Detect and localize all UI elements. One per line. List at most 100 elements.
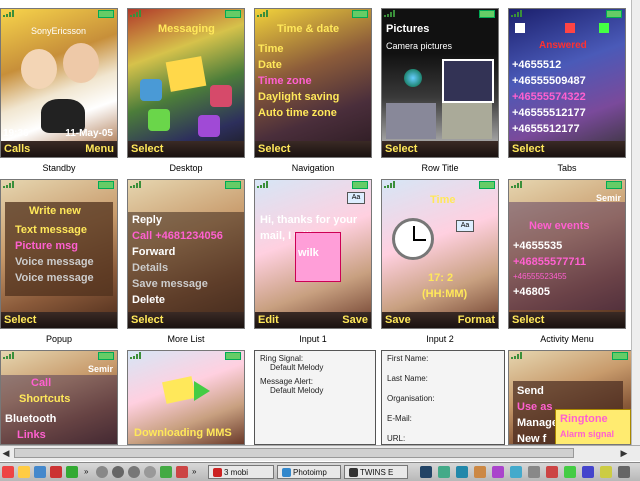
popup-item[interactable]: Picture msg xyxy=(15,240,78,253)
quicklaunch-icon[interactable] xyxy=(50,465,64,479)
app-icon[interactable] xyxy=(210,85,232,107)
info-value[interactable]: Default Melody xyxy=(260,363,370,372)
quicklaunch-icon[interactable] xyxy=(176,465,190,479)
field-label[interactable]: Last Name: xyxy=(387,374,499,383)
menu-item[interactable]: Delete xyxy=(132,294,165,307)
tray-icon[interactable] xyxy=(438,465,452,479)
app-icon[interactable] xyxy=(140,79,162,101)
popup-subtitle[interactable]: Alarm signal xyxy=(560,428,614,441)
popup-item[interactable]: Voice message xyxy=(15,272,94,285)
scroll-left-icon[interactable]: ◀ xyxy=(0,447,12,459)
menu-item[interactable]: Forward xyxy=(132,246,175,259)
quicklaunch-icon[interactable] xyxy=(160,465,174,479)
chevron-right-icon[interactable]: » xyxy=(192,465,196,479)
tray-icon[interactable] xyxy=(564,465,578,479)
softkey-left[interactable]: Select xyxy=(258,143,290,155)
softkey-left[interactable]: Select xyxy=(512,314,544,326)
app-icon[interactable] xyxy=(198,115,220,137)
suggestion-word[interactable]: wilk xyxy=(298,247,319,260)
menu-item[interactable]: Call +4681234056 xyxy=(132,230,223,243)
menu-item[interactable]: Time xyxy=(258,43,283,56)
popup-item[interactable]: Text message xyxy=(15,224,87,237)
menu-item[interactable]: Send xyxy=(517,385,544,398)
media-icon[interactable] xyxy=(144,465,158,479)
popup-item[interactable]: Voice message xyxy=(15,256,94,269)
desktop-tile[interactable]: Messaging Select xyxy=(127,8,245,158)
tray-icon[interactable] xyxy=(618,465,632,479)
menu-item[interactable]: Use as xyxy=(517,401,552,414)
tab-icon[interactable] xyxy=(599,23,609,33)
list-item[interactable]: +46555512177 xyxy=(512,107,586,120)
quicklaunch-icon[interactable] xyxy=(18,465,32,479)
downloading-tile[interactable]: Downloading MMS message xyxy=(127,350,245,445)
tray-icon[interactable] xyxy=(510,465,524,479)
softkey-left[interactable]: Save xyxy=(385,314,411,326)
menu-item[interactable]: Daylight saving xyxy=(258,91,339,104)
media-icon[interactable] xyxy=(128,465,142,479)
menu-item[interactable]: Bluetooth xyxy=(5,413,56,426)
field-label[interactable]: E-Mail: xyxy=(387,414,499,423)
menu-item[interactable]: Time zone xyxy=(258,75,312,88)
list-item[interactable]: +46555574322 xyxy=(512,91,586,104)
menu-item[interactable]: Details xyxy=(132,262,168,275)
suggestion-box[interactable]: wilk xyxy=(295,232,341,282)
list-item[interactable]: +4655512177 xyxy=(512,123,580,136)
media-icon[interactable] xyxy=(96,465,110,479)
quicklaunch-icon[interactable] xyxy=(34,465,48,479)
tray-icon[interactable] xyxy=(582,465,596,479)
quicklaunch-icon[interactable] xyxy=(66,465,80,479)
list-item[interactable]: +4655512 xyxy=(512,59,561,72)
list-item[interactable]: +4655535 xyxy=(513,240,562,253)
info-value[interactable]: Default Melody xyxy=(260,386,370,395)
menu-item[interactable]: Save message xyxy=(132,278,208,291)
scroll-thumb[interactable] xyxy=(14,448,574,458)
menu-item[interactable]: Date xyxy=(258,59,282,72)
input1-tile[interactable]: Aa Hi, thanks for your mail, I will wilk… xyxy=(254,179,372,329)
chevron-right-icon[interactable]: » xyxy=(84,465,88,479)
softkey-left[interactable]: Select xyxy=(385,143,417,155)
tray-icon[interactable] xyxy=(546,465,560,479)
input2-tile[interactable]: Time Aa 17: 2 (HH:MM) Save Format xyxy=(381,179,499,329)
softkey-right[interactable]: Menu xyxy=(85,143,114,155)
menu-item[interactable]: Call xyxy=(31,377,51,390)
menu-item[interactable]: New f xyxy=(517,433,546,444)
horizontal-scrollbar[interactable]: ◀ ▶ xyxy=(0,445,640,461)
list-item[interactable]: +46805 xyxy=(513,286,550,299)
scroll-right-icon[interactable]: ▶ xyxy=(618,447,630,459)
picture-thumbnail[interactable] xyxy=(442,103,492,139)
softkey-left[interactable]: Select xyxy=(131,314,163,326)
field-label[interactable]: URL: xyxy=(387,434,499,443)
softkey-left[interactable]: Calls xyxy=(4,143,30,155)
softkey-left[interactable]: Select xyxy=(4,314,36,326)
activity-menu-tile[interactable]: Semir New events +4655535 +46855577711 +… xyxy=(508,179,626,329)
vertical-scrollbar[interactable] xyxy=(631,0,640,445)
tab-icon[interactable] xyxy=(515,23,525,33)
menu-item[interactable]: Auto time zone xyxy=(258,107,337,120)
taskbar-button[interactable]: 3 mobi xyxy=(208,465,274,479)
ringtone-popup[interactable]: Ringtone Alarm signal xyxy=(555,409,631,444)
navigation-tile[interactable]: Time & date Time Date Time zone Daylight… xyxy=(254,8,372,158)
shortcuts-tile[interactable]: Semir Call Shortcuts Bluetooth Links xyxy=(0,350,118,445)
list-item[interactable]: +46555523455 xyxy=(513,270,567,283)
popup-tile[interactable]: Write new Text message Picture msg Voice… xyxy=(0,179,118,329)
field-label[interactable]: Organisation: xyxy=(387,394,499,403)
tray-icon[interactable] xyxy=(600,465,614,479)
list-item[interactable]: +46855577711 xyxy=(513,256,586,269)
more-list-tile[interactable]: Reply Call +4681234056 Forward Details S… xyxy=(127,179,245,329)
tray-icon[interactable] xyxy=(474,465,488,479)
softkey-left[interactable]: Select xyxy=(131,143,163,155)
standby-tile[interactable]: SonyEricsson 19:36 11-May-05 Calls Menu xyxy=(0,8,118,158)
picture-thumbnail[interactable] xyxy=(386,103,436,139)
ringtone-tile[interactable]: Send Use as Manage New f Ringtone Alarm … xyxy=(508,350,632,445)
start-icon[interactable] xyxy=(2,465,16,479)
softkey-right[interactable]: Format xyxy=(458,314,495,326)
tabs-tile[interactable]: Answered +4655512 +46555509487 +46555574… xyxy=(508,8,626,158)
menu-item[interactable]: Reply xyxy=(132,214,162,227)
taskbar-button[interactable]: TWINS E xyxy=(344,465,408,479)
tray-icon[interactable] xyxy=(420,465,434,479)
field-label[interactable]: First Name: xyxy=(387,354,499,363)
tray-icon[interactable] xyxy=(528,465,542,479)
taskbar-button[interactable]: Photoimp xyxy=(277,465,341,479)
media-icon[interactable] xyxy=(112,465,126,479)
tab-icon[interactable] xyxy=(565,23,575,33)
